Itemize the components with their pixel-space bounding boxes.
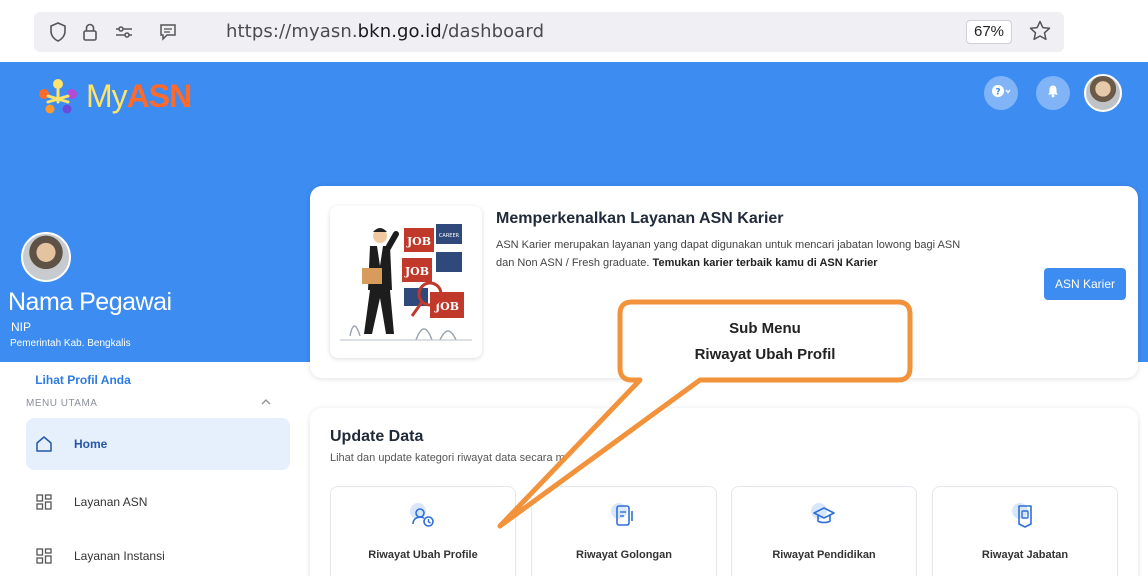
- update-data-title: Update Data: [330, 428, 424, 445]
- url-text[interactable]: https://myasn.bkn.go.id/dashboard: [226, 21, 544, 42]
- asn-karier-button[interactable]: ASN Karier: [1044, 268, 1126, 300]
- url-host: bkn.go.id: [357, 21, 442, 42]
- tile-riwayat-golongan[interactable]: Riwayat Golongan: [531, 486, 717, 576]
- tile-label: Riwayat Golongan: [576, 549, 672, 561]
- shield-icon[interactable]: [48, 22, 68, 42]
- illus-career-label: CAREER: [439, 233, 460, 239]
- karier-desc-line2-text: dan Non ASN / Fresh graduate.: [496, 257, 650, 269]
- tile-riwayat-pendidikan[interactable]: Riwayat Pendidikan: [731, 486, 917, 576]
- reader-view-icon[interactable]: [158, 22, 178, 42]
- logo-text-my: My: [86, 77, 128, 114]
- sidebar-item-layanan-asn[interactable]: Layanan ASN: [26, 476, 290, 528]
- help-button[interactable]: ?: [984, 76, 1018, 110]
- permissions-icon[interactable]: [114, 22, 134, 42]
- callout-text: Sub Menu Riwayat Ubah Profil: [624, 316, 906, 368]
- logo-text-asn: ASN: [126, 77, 193, 114]
- illus-job-label: JOB: [404, 265, 429, 278]
- menu-section-label: MENU UTAMA: [26, 398, 98, 409]
- callout-line-1: Sub Menu: [729, 320, 801, 337]
- grid-icon: [34, 492, 54, 512]
- home-icon: [34, 434, 54, 454]
- sidebar-item-label: Layanan ASN: [74, 495, 148, 509]
- url-path: /dashboard: [441, 21, 545, 42]
- tile-label: Riwayat Ubah Profile: [368, 549, 478, 561]
- job-search-illustration: JOB CAREER JOB JOB: [330, 206, 482, 358]
- profile-avatar: [21, 232, 71, 282]
- karier-desc-line1: ASN Karier merupakan layanan yang dapat …: [496, 239, 961, 251]
- sidebar-item-home[interactable]: Home: [26, 418, 290, 470]
- illus-job-label: JOB: [406, 235, 431, 248]
- sidebar-item-label: Layanan Instansi: [74, 549, 165, 563]
- svg-text:?: ?: [995, 87, 1000, 97]
- tile-riwayat-ubah-profile[interactable]: Riwayat Ubah Profile: [330, 486, 516, 576]
- callout-line-2: Riwayat Ubah Profil: [694, 346, 836, 363]
- view-profile-button[interactable]: Lihat Profil Anda: [26, 365, 140, 395]
- update-data-subtitle: Lihat dan update kategori riwayat data s…: [330, 452, 565, 464]
- update-data-card: Update Data Lihat dan update kategori ri…: [310, 408, 1138, 576]
- edit-profile-button[interactable]: Ubah Profil: [165, 365, 229, 395]
- zoom-level-button[interactable]: 67%: [966, 20, 1012, 44]
- sidebar-item-layanan-instansi[interactable]: Layanan Instansi: [26, 530, 290, 576]
- logo-mark-icon: [39, 79, 77, 114]
- karier-title: Memperkenalkan Layanan ASN Karier: [496, 210, 784, 227]
- grid-icon: [34, 546, 54, 566]
- user-name: Nama Pegawai: [8, 288, 172, 316]
- tile-label: Riwayat Jabatan: [981, 549, 1069, 561]
- logo-text: MyASN: [86, 77, 193, 115]
- url-prefix: https://myasn.: [226, 21, 358, 42]
- help-icon: ?: [991, 84, 1011, 103]
- lock-icon[interactable]: [80, 22, 100, 42]
- myasn-logo[interactable]: MyASN: [34, 76, 193, 116]
- user-nip: NIP: [11, 320, 32, 334]
- chevron-up-icon[interactable]: [260, 395, 272, 409]
- graduation-cap-icon: [809, 501, 839, 531]
- address-bar[interactable]: https://myasn.bkn.go.id/dashboard 67%: [34, 12, 1064, 52]
- profile-history-icon: [408, 501, 438, 531]
- user-avatar-menu[interactable]: [1084, 74, 1122, 112]
- sidebar-item-label: Home: [74, 437, 108, 451]
- bell-icon: [1046, 84, 1060, 103]
- notification-button[interactable]: [1036, 76, 1070, 110]
- browser-toolbar: https://myasn.bkn.go.id/dashboard 67%: [0, 0, 1148, 62]
- user-organization: Pemerintah Kab. Bengkalis: [10, 338, 131, 349]
- karier-description: ASN Karier merupakan layanan yang dapat …: [496, 236, 1016, 272]
- bookmark-star-icon[interactable]: [1028, 19, 1052, 48]
- karier-desc-line2: dan Non ASN / Fresh graduate. Temukan ka…: [496, 254, 1016, 272]
- document-icon: [609, 501, 639, 531]
- tile-riwayat-jabatan[interactable]: Riwayat Jabatan: [932, 486, 1118, 576]
- tile-label: Riwayat Pendidikan: [772, 549, 876, 561]
- position-icon: [1010, 501, 1040, 531]
- karier-desc-bold: Temukan karier terbaik kamu di ASN Karie…: [652, 257, 878, 269]
